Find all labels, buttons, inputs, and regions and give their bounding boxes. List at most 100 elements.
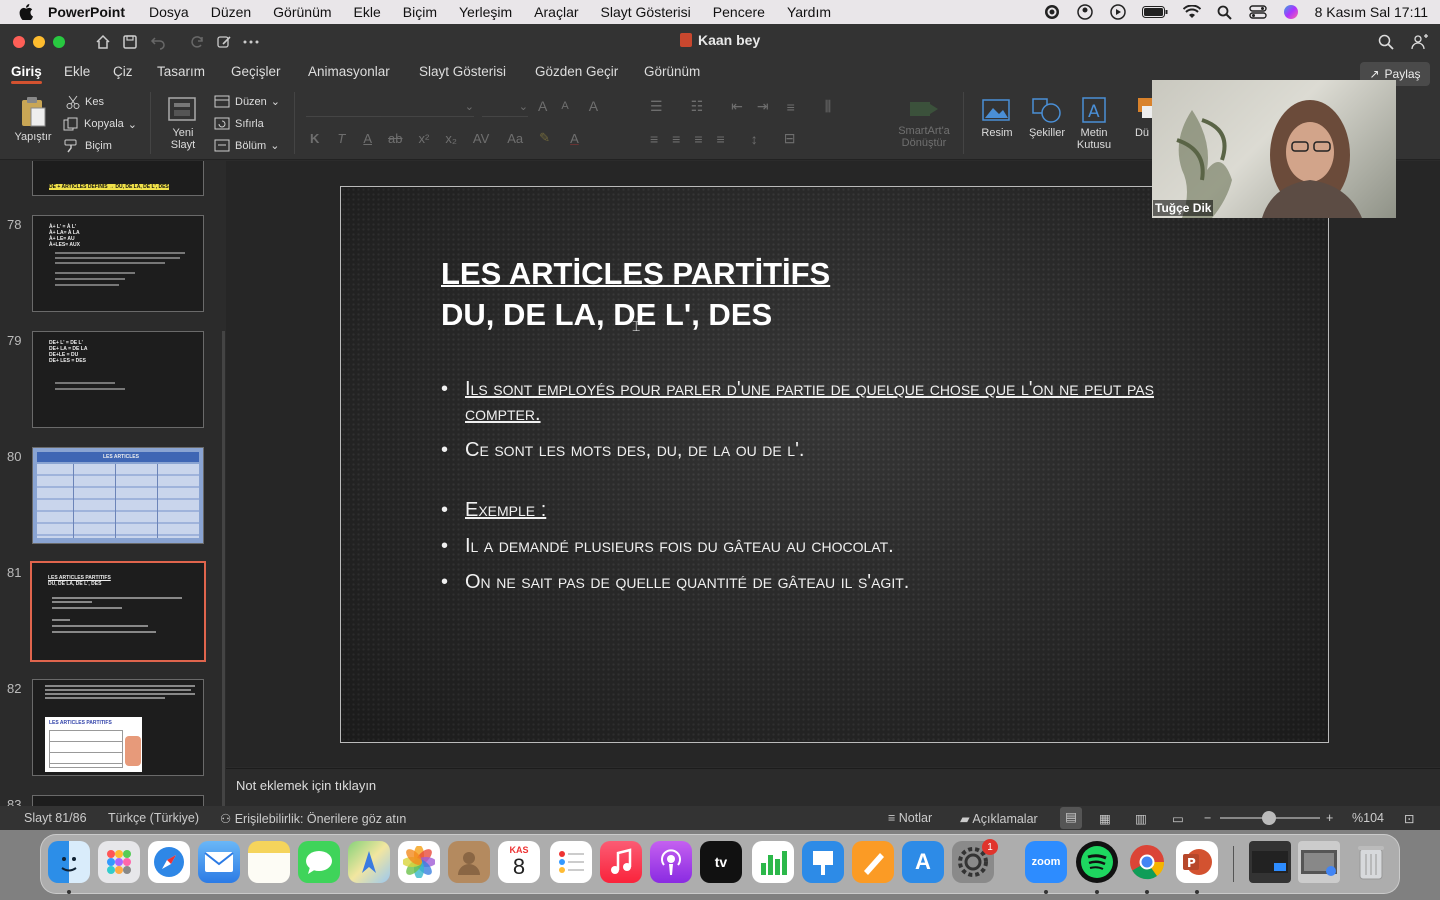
char-spacing-icon[interactable]: AV	[473, 131, 489, 146]
menu-bicim[interactable]: Biçim	[403, 4, 437, 20]
app-store-icon[interactable]: A	[902, 841, 944, 883]
minimized-window-2[interactable]	[1298, 841, 1340, 883]
safari-icon[interactable]	[148, 841, 190, 883]
tab-slayt-gosterisi[interactable]: Slayt Gösterisi	[419, 64, 506, 79]
notes-pane[interactable]: Not eklemek için tıklayın	[226, 768, 1440, 804]
apple-icon[interactable]	[16, 2, 36, 22]
tab-ciz[interactable]: Çiz	[113, 64, 133, 79]
italic-icon[interactable]: T	[337, 131, 345, 146]
photos-icon[interactable]	[398, 841, 440, 883]
menu-gorunum[interactable]: Görünüm	[273, 4, 331, 20]
align-left-icon[interactable]: ≡	[650, 131, 658, 147]
font-size-select[interactable]: ⌄	[482, 97, 528, 117]
apple-tv-icon[interactable]: tv	[700, 841, 742, 883]
siri-icon[interactable]	[1282, 3, 1300, 21]
slide-thumbnail-83[interactable]	[32, 795, 204, 806]
reset-button[interactable]: Sıfırla	[214, 117, 264, 130]
text-direction-icon[interactable]: ↕	[751, 131, 758, 147]
copy-button[interactable]: Kopyala ⌄	[63, 117, 137, 131]
finder-icon[interactable]	[48, 841, 90, 883]
calendar-icon[interactable]: KAS 8	[498, 841, 540, 883]
tab-tasarim[interactable]: Tasarım	[157, 64, 205, 79]
control-center-icon[interactable]	[1248, 3, 1267, 21]
justify-icon[interactable]: ≡	[717, 131, 725, 147]
launchpad-icon[interactable]	[98, 841, 140, 883]
slide-bullet-list[interactable]: Ils sont employés pour parler d'une part…	[441, 377, 1221, 606]
grammarly-icon[interactable]	[1043, 3, 1061, 21]
pages-icon[interactable]	[852, 841, 894, 883]
underline-icon[interactable]: A	[363, 131, 372, 146]
columns-icon[interactable]: ⫼	[825, 98, 831, 115]
close-window-button[interactable]	[13, 36, 25, 48]
convert-smartart-button[interactable]: SmartArt'a Dönüştür	[890, 96, 958, 149]
zoom-slider-handle[interactable]	[1262, 811, 1276, 825]
strikethrough-icon[interactable]: ab	[388, 131, 402, 146]
slide-thumbnail-81-selected[interactable]: LES ARTICLES PARTITIFS DU, DE LA, DE L',…	[30, 561, 206, 662]
menu-yardim[interactable]: Yardım	[787, 4, 831, 20]
slide-thumbnail-82[interactable]: LES ARTICLES PARTITIFS	[32, 679, 204, 776]
language-status[interactable]: Türkçe (Türkiye)	[108, 811, 199, 825]
menu-araclar[interactable]: Araçlar	[534, 4, 578, 20]
new-slide-button[interactable]: Yeni Slayt	[160, 94, 206, 151]
textbox-button[interactable]: A Metin Kutusu	[1072, 96, 1116, 151]
increase-indent-icon[interactable]: ⇥	[757, 98, 769, 115]
notes-toggle-button[interactable]: ≡ Notlar	[888, 811, 932, 825]
reading-view-icon[interactable]: ▥	[1135, 811, 1147, 826]
zoom-window-button[interactable]	[53, 36, 65, 48]
maps-icon[interactable]	[348, 841, 390, 883]
menu-pencere[interactable]: Pencere	[713, 4, 765, 20]
slide-sorter-icon[interactable]: ▦	[1099, 811, 1111, 826]
cut-button[interactable]: Kes	[66, 95, 104, 109]
podcasts-icon[interactable]	[650, 841, 692, 883]
tab-gorunum[interactable]: Görünüm	[644, 64, 700, 79]
notes-app-icon[interactable]	[248, 841, 290, 883]
people-share-icon[interactable]	[1409, 31, 1431, 53]
undo-icon[interactable]	[147, 31, 169, 53]
decrease-font-icon[interactable]: A	[561, 100, 568, 112]
wifi-icon[interactable]	[1182, 3, 1201, 21]
zoom-in-icon[interactable]: +	[1326, 811, 1333, 825]
subscript-icon[interactable]: x₂	[445, 131, 457, 146]
keynote-icon[interactable]	[802, 841, 844, 883]
slide-thumbnail-79[interactable]: DE+ L' = DE L' DE+ LA = DE LA DE+LE = DU…	[32, 331, 204, 428]
spotlight-search-icon[interactable]	[1216, 3, 1234, 21]
highlight-icon[interactable]: ✎	[539, 130, 550, 146]
tab-gozden-gecir[interactable]: Gözden Geçir	[535, 64, 618, 79]
font-color-icon[interactable]: A	[570, 131, 579, 146]
picture-button[interactable]: Resim	[974, 96, 1020, 139]
minimize-window-button[interactable]	[33, 36, 45, 48]
menu-app-name[interactable]: PowerPoint	[48, 4, 125, 20]
slide-thumbnail-78[interactable]: À+ L' = À L' À+ LA= À LA À+ LE= AU À+LES…	[32, 215, 204, 312]
font-family-select[interactable]: ⌄	[306, 97, 474, 117]
thumbnail-scrollbar[interactable]	[222, 331, 225, 806]
chrome-icon[interactable]	[1126, 841, 1168, 883]
messages-icon[interactable]	[298, 841, 340, 883]
numbering-icon[interactable]: ☷	[691, 98, 704, 115]
draw-pen-icon[interactable]	[213, 31, 235, 53]
battery-icon[interactable]	[1141, 3, 1168, 21]
zoom-app-icon[interactable]: zoom	[1025, 841, 1067, 883]
slide-thumbnail-panel[interactable]: DE + ARTICLES DÉFINIS → DU, DE LA, DE L'…	[0, 161, 226, 806]
spotify-icon[interactable]	[1076, 841, 1118, 883]
redo-icon[interactable]	[186, 31, 208, 53]
menu-dosya[interactable]: Dosya	[149, 4, 189, 20]
current-slide[interactable]: LES ARTİCLES PARTİTİFS DU, DE LA, DE L',…	[340, 186, 1329, 743]
layout-button[interactable]: Düzen ⌄	[214, 95, 280, 108]
line-spacing-icon[interactable]: ≡	[787, 99, 795, 115]
tab-gecisler[interactable]: Geçişler	[231, 64, 281, 79]
music-icon[interactable]	[600, 841, 642, 883]
home-icon[interactable]	[92, 31, 114, 53]
contacts-icon[interactable]	[448, 841, 490, 883]
bullets-icon[interactable]: ☰	[650, 98, 663, 115]
align-text-icon[interactable]: ⊟	[784, 130, 796, 147]
user-circle-icon[interactable]	[1076, 3, 1094, 21]
superscript-icon[interactable]: x²	[418, 131, 429, 146]
clear-format-icon[interactable]: A	[589, 98, 598, 114]
menu-clock[interactable]: 8 Kasım Sal 17:11	[1315, 4, 1428, 20]
powerpoint-app-icon[interactable]: P	[1176, 841, 1218, 883]
minimized-window-1[interactable]	[1249, 841, 1291, 883]
numbers-icon[interactable]	[752, 841, 794, 883]
fit-to-window-icon[interactable]: ⊡	[1404, 811, 1414, 826]
tab-animasyonlar[interactable]: Animasyonlar	[308, 64, 390, 79]
trash-icon[interactable]	[1350, 841, 1392, 883]
